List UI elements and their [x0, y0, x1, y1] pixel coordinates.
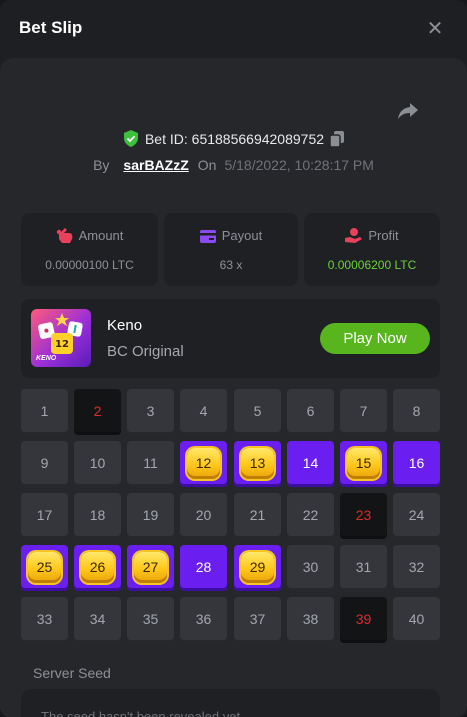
svg-text:12: 12 [55, 339, 69, 350]
keno-tile-31[interactable]: 31 [340, 545, 387, 591]
keno-tile-16[interactable]: 16 [393, 441, 440, 487]
keno-tile-23[interactable]: 23 [340, 493, 387, 539]
stat-amount-value: 0.00000100 LTC [45, 258, 134, 272]
game-name: Keno [107, 317, 143, 334]
shield-check-icon [123, 130, 139, 150]
stat-amount-label: Amount [78, 228, 124, 243]
keno-tile-22[interactable]: 22 [287, 493, 334, 539]
keno-tile-25[interactable]: 25 [21, 545, 68, 591]
stat-payout-value: 63 x [219, 258, 243, 272]
username-link[interactable]: sarBAZzZ [123, 157, 188, 173]
stat-payout-label: Payout [221, 228, 263, 243]
keno-tile-37[interactable]: 37 [234, 597, 281, 643]
keno-tile-36[interactable]: 36 [180, 597, 227, 643]
keno-tile-28[interactable]: 28 [180, 545, 227, 591]
play-now-button[interactable]: Play Now [320, 323, 430, 354]
server-seed-label: Server Seed [33, 665, 111, 681]
stat-profit: Profit 0.00006200 LTC [304, 213, 440, 286]
keno-tile-11[interactable]: 11 [127, 441, 174, 487]
gem-icon: 25 [28, 552, 61, 583]
money-bag-icon [56, 228, 72, 243]
keno-tile-21[interactable]: 21 [234, 493, 281, 539]
keno-tile-4[interactable]: 4 [180, 389, 227, 435]
game-card: 12 KENO Keno BC Original Play Now [21, 299, 440, 378]
keno-tile-8[interactable]: 8 [393, 389, 440, 435]
bet-id-row: Bet ID: 6518856694208975​2 [0, 130, 467, 150]
modal-title: Bet Slip [19, 18, 83, 37]
stat-profit-value: 0.00006200 LTC [327, 258, 417, 272]
stat-profit-label: Profit [368, 228, 399, 243]
on-label: On [197, 157, 217, 173]
gem-icon: 15 [347, 448, 380, 479]
keno-tile-3[interactable]: 3 [127, 389, 174, 435]
keno-tile-17[interactable]: 17 [21, 493, 68, 539]
bet-date: 5/18/2022, 10:28:17 PM [224, 157, 374, 173]
keno-thumb-text: KENO [36, 355, 57, 362]
stat-payout: Payout 63 x [164, 213, 298, 286]
keno-tile-35[interactable]: 35 [127, 597, 174, 643]
keno-tile-38[interactable]: 38 [287, 597, 334, 643]
stat-amount: Amount 0.00000100 LTC [21, 213, 158, 286]
keno-tile-12[interactable]: 12 [180, 441, 227, 487]
gem-icon: 29 [241, 552, 274, 583]
keno-thumbnail: 12 KENO [31, 309, 91, 367]
server-seed-value: The seed hasn't been revealed yet [41, 709, 241, 717]
keno-tile-14[interactable]: 14 [287, 441, 334, 487]
by-label: By [93, 157, 110, 173]
keno-tile-1[interactable]: 1 [21, 389, 68, 435]
keno-tile-39[interactable]: 39 [340, 597, 387, 643]
keno-tile-40[interactable]: 40 [393, 597, 440, 643]
gem-icon: 27 [134, 552, 167, 583]
bet-slip-modal: Bet Slip ✕ Bet ID: 6518856694208975​2 By… [0, 0, 467, 717]
modal-header: Bet Slip ✕ [0, 0, 467, 58]
close-icon[interactable]: ✕ [424, 18, 446, 40]
gem-icon: 26 [81, 552, 114, 583]
keno-tile-32[interactable]: 32 [393, 545, 440, 591]
author-row: By sarBAZzZ On 5/18/2022, 10:28:17 PM [0, 157, 467, 173]
keno-tile-2[interactable]: 2 [74, 389, 121, 435]
server-seed-box: The seed hasn't been revealed yet [21, 689, 440, 717]
keno-tile-7[interactable]: 7 [340, 389, 387, 435]
keno-tile-5[interactable]: 5 [234, 389, 281, 435]
gem-icon: 12 [187, 448, 220, 479]
keno-tile-27[interactable]: 27 [127, 545, 174, 591]
keno-tile-15[interactable]: 15 [340, 441, 387, 487]
keno-tile-30[interactable]: 30 [287, 545, 334, 591]
share-icon[interactable] [396, 99, 420, 123]
keno-tile-18[interactable]: 18 [74, 493, 121, 539]
keno-tile-13[interactable]: 13 [234, 441, 281, 487]
keno-tile-33[interactable]: 33 [21, 597, 68, 643]
keno-tile-24[interactable]: 24 [393, 493, 440, 539]
keno-tile-19[interactable]: 19 [127, 493, 174, 539]
keno-tile-10[interactable]: 10 [74, 441, 121, 487]
game-subtitle: BC Original [107, 343, 184, 360]
keno-tile-34[interactable]: 34 [74, 597, 121, 643]
gem-icon: 13 [241, 448, 274, 479]
bet-id: Bet ID: 6518856694208975​2 [144, 131, 325, 147]
card-icon [199, 230, 216, 243]
keno-tile-20[interactable]: 20 [180, 493, 227, 539]
copy-icon[interactable] [329, 131, 345, 150]
keno-tile-29[interactable]: 29 [234, 545, 281, 591]
hand-coin-icon [345, 228, 363, 243]
keno-tile-9[interactable]: 9 [21, 441, 68, 487]
keno-tile-6[interactable]: 6 [287, 389, 334, 435]
keno-tile-26[interactable]: 26 [74, 545, 121, 591]
